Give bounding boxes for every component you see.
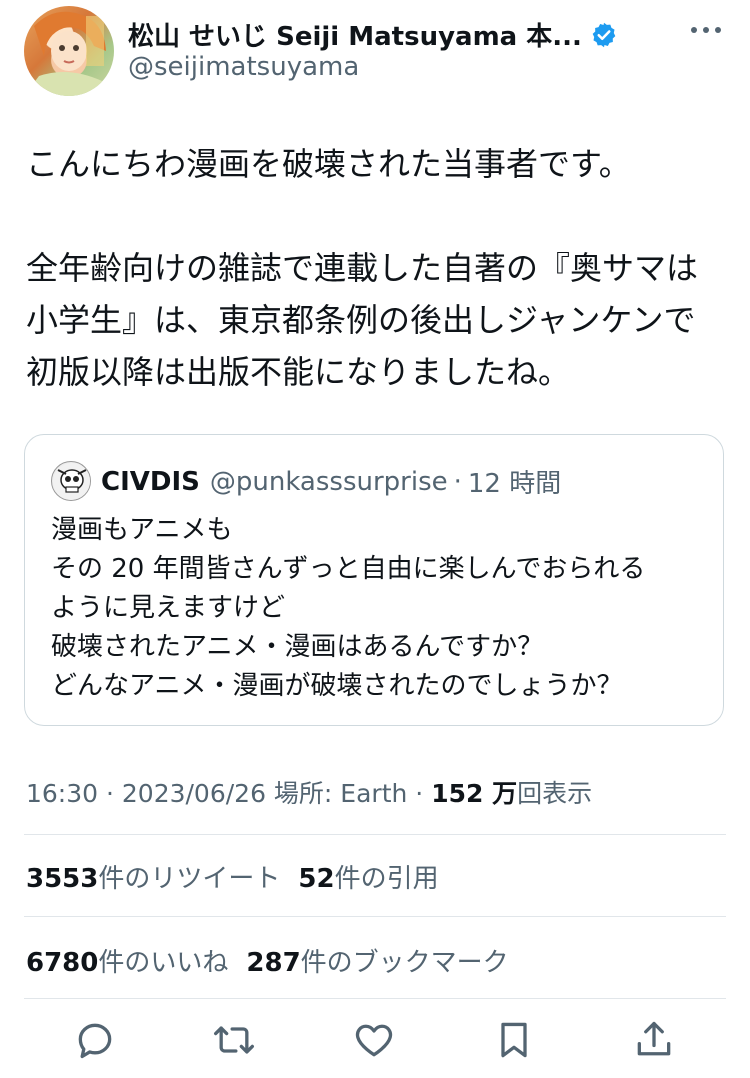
author-name-row[interactable]: 松山 せいじ Seiji Matsuyama 本... (128, 16, 618, 53)
tweet-location: 場所: Earth (265, 779, 408, 808)
quoted-tweet-time[interactable]: 12 時間 (468, 463, 561, 500)
manga-character-avatar-icon (24, 11, 114, 96)
bookmarks-count: 287 (246, 948, 301, 978)
skull-avatar-icon (53, 463, 90, 500)
divider (24, 916, 726, 917)
author-avatar[interactable] (24, 6, 114, 96)
quotes-label: 件の引用 (334, 864, 439, 894)
quoted-tweet-header: CIVDIS @punkasssurprise · 12 時間 (101, 463, 561, 500)
likes-stat[interactable]: 6780件のいいね (26, 948, 228, 978)
quotes-count: 52 (298, 864, 335, 894)
divider (24, 834, 726, 835)
bookmark-icon[interactable] (492, 1018, 536, 1062)
bookmarks-stat[interactable]: 287件のブックマーク (246, 948, 508, 978)
like-stats-row: 6780件のいいね 287件のブックマーク (26, 942, 509, 979)
quoted-tweet[interactable]: CIVDIS @punkasssurprise · 12 時間 漫画もアニメも … (24, 434, 724, 726)
bookmarks-label: 件のブックマーク (300, 948, 509, 978)
tweet-metadata: 16:30 · 2023/06/26 場所: Earth · 152 万回表示 (26, 774, 592, 810)
retweet-icon[interactable] (212, 1018, 256, 1062)
separator-dot: · (453, 466, 462, 497)
tweet-text: こんにちわ漫画を破壊された当事者です。 全年齢向けの雑誌で連載した自著の『奥サマ… (26, 145, 699, 391)
quotes-stat[interactable]: 52件の引用 (298, 864, 438, 894)
tweet-header: 松山 せいじ Seiji Matsuyama 本... @seijimatsuy… (24, 6, 726, 96)
author-handle[interactable]: @seijimatsuyama (128, 52, 359, 82)
quoted-author-name[interactable]: CIVDIS (101, 467, 200, 497)
views-label: 回表示 (517, 779, 593, 808)
retweet-stats-row: 3553件のリツイート 52件の引用 (26, 858, 439, 895)
reply-icon[interactable] (73, 1018, 117, 1062)
likes-count: 6780 (26, 948, 99, 978)
meta-separator: · (98, 779, 122, 808)
author-display-name[interactable]: 松山 せいじ Seiji Matsuyama 本... (128, 16, 582, 53)
views-count: 152 万 (431, 779, 518, 808)
likes-label: 件のいいね (98, 948, 229, 978)
retweets-label: 件のリツイート (98, 864, 281, 894)
action-bar (0, 1012, 750, 1072)
tweet-date[interactable]: 2023/06/26 (122, 779, 266, 808)
verified-badge-icon (592, 22, 616, 47)
divider (24, 998, 726, 999)
quoted-author-handle[interactable]: @punkasssurprise (210, 467, 448, 497)
retweets-stat[interactable]: 3553件のリツイート (26, 864, 280, 894)
tweet-time[interactable]: 16:30 (26, 779, 98, 808)
retweets-count: 3553 (26, 864, 99, 894)
share-icon[interactable] (632, 1018, 676, 1062)
like-icon[interactable] (352, 1018, 396, 1062)
more-options-icon[interactable] (686, 18, 726, 42)
quoted-author-avatar[interactable] (51, 461, 91, 501)
quoted-tweet-text: 漫画もアニメも その 20 年間皆さんずっと自由に楽しんでおられる ように見えま… (51, 515, 646, 701)
meta-separator: · (407, 779, 432, 808)
